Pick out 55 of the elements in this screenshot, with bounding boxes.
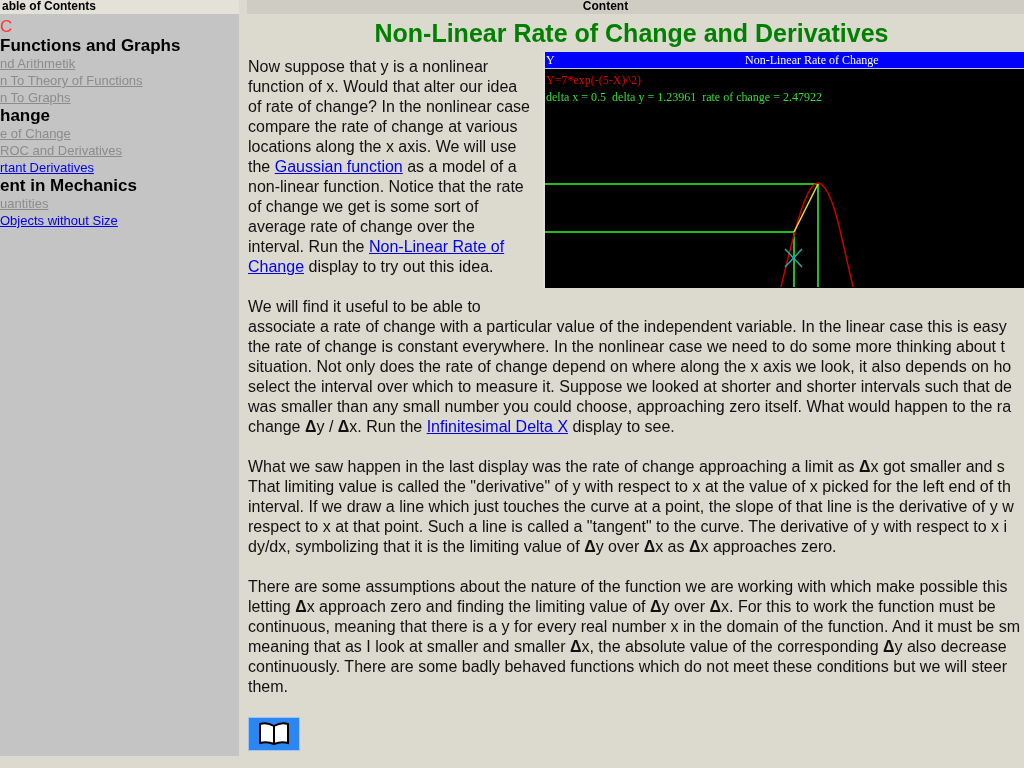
body-text: interval. If we draw a line which just touches the curve at a point, the slope of that line is the derivative of y w (248, 498, 1014, 515)
body-text: function of x. Would that alter our idea (248, 78, 518, 95)
body-text: the rate of change is constant everywhere. In the nonlinear case we need to do some more thinking about t (248, 338, 1005, 355)
body-text: of change we get is some sort of (248, 198, 479, 215)
toc-link[interactable]: ROC and Derivatives (0, 142, 123, 159)
applet-title: Non-Linear Rate of Change (745, 52, 879, 69)
body-text: as a model of a (406, 158, 517, 175)
body-text: letting Δx approach zero and finding the limiting value of Δy over Δx. For this to work the function must be (248, 598, 996, 615)
body-text: them. (248, 678, 288, 695)
toc-link[interactable]: n To Theory of Functions (0, 72, 143, 89)
body-text: What we saw happen in the last display was the rate of change approaching a limit as Δx got smaller and s (248, 458, 1005, 475)
body-text: meaning that as I look at smaller and smaller Δx, the absolute value of the corresponding Δy also decrease (248, 638, 1007, 655)
frame-header: Content (247, 0, 1024, 14)
axis-label: Y (545, 52, 555, 69)
book-icon[interactable] (248, 717, 300, 751)
body-text: non-linear function. Notice that the rate (248, 178, 524, 195)
body-text: There are some assumptions about the nature of the function we are working with which make possible this (248, 578, 1008, 595)
body-text: the (248, 158, 272, 175)
body-text: We will find it useful to be able to (248, 298, 481, 315)
toc-link[interactable]: rtant Derivatives (0, 159, 94, 176)
toc-link[interactable]: Objects without Size (0, 212, 118, 229)
body-text: associate a rate of change with a particular value of the independent variable. In the linear case this is easy (248, 318, 1007, 335)
frame-header: able of Contents (0, 0, 239, 14)
text-link[interactable]: Infinitesimal Delta X (426, 418, 569, 435)
body-text: dy/dx, symbolizing that it is the limiting value of Δy over Δx as Δx approaches zero. (248, 538, 837, 555)
text-link[interactable]: Change (248, 258, 305, 275)
toc-heading: Functions and Graphs (0, 36, 181, 55)
formula-text: Y=7*exp(-(5-X)^2) (546, 72, 642, 89)
body-text: average rate of change over the (248, 218, 475, 235)
body-text: display to see. (571, 418, 675, 435)
body-text: That limiting value is called the "derivative" of y with respect to x at the value of x picked for the left end of th (248, 478, 1011, 495)
readout-text: delta x = 0.5 delta y = 1.23961 rate of change = 2.47922 (546, 89, 822, 106)
body-text: select the interval over which to measure it. Suppose we looked at shorter and shorter intervals such that de (248, 378, 1012, 395)
toc-link[interactable]: uantities (0, 195, 49, 212)
body-text: compare the rate of change at various (248, 118, 518, 135)
body-text: locations along the x axis. We will use (248, 138, 517, 155)
body-text: was smaller than any small number you could choose, approaching zero itself. What would happen to the ra (248, 398, 1012, 415)
body-text: display to try out this idea. (307, 258, 494, 275)
body-text: continuously. There are some badly behaved functions which do not meet these conditions but we will steer (248, 658, 1007, 675)
body-text: respect to x at that point. Such a line is called a "tangent" to the curve. The derivative of y with respect to x i (248, 518, 1008, 535)
text-link[interactable]: Non-Linear Rate of (368, 238, 505, 255)
toc-link[interactable]: e of Change (0, 125, 71, 142)
body-text: Now suppose that y is a nonlinear (248, 58, 489, 75)
toc-link[interactable]: nd Arithmetik (0, 55, 76, 72)
body-text: interval. Run the (248, 238, 366, 255)
toc-current-item[interactable]: C (0, 18, 13, 36)
body-text: continuous, meaning that there is a y for every real number x in the domain of the function. And it must be sm (248, 618, 1020, 635)
body-text: of rate of change? In the nonlinear case (248, 98, 530, 115)
text-link[interactable]: Gaussian function (274, 158, 403, 175)
toc-link[interactable]: n To Graphs (0, 89, 71, 106)
toc-heading: ent in Mechanics (0, 176, 137, 195)
body-text: change Δy / Δx. Run the (248, 418, 424, 435)
page-title: Non-Linear Rate of Change and Derivatives (373, 18, 890, 48)
toc-heading: hange (0, 106, 51, 125)
body-text: situation. Not only does the rate of change depend on where along the x axis we look, it also depends on ho (248, 358, 1012, 375)
